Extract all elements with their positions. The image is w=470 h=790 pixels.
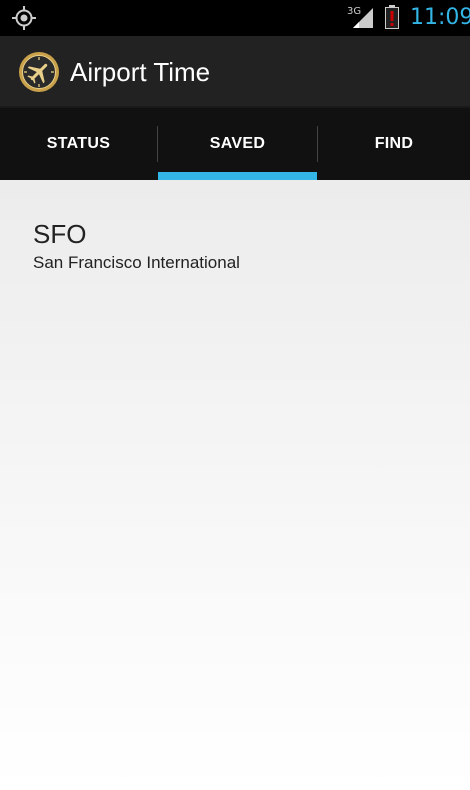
status-bar: 3G 11:09 [0, 0, 470, 36]
tab-find-label: FIND [374, 135, 414, 152]
saved-airports-list: SFO San Francisco International [0, 180, 470, 790]
list-item[interactable]: SFO San Francisco International [33, 218, 240, 275]
signal-icon: 3G [347, 6, 373, 28]
tab-status[interactable]: STATUS [0, 108, 157, 180]
selected-tab-indicator [158, 172, 317, 180]
tab-find[interactable]: FIND [318, 108, 470, 180]
airport-name: San Francisco International [33, 253, 240, 272]
gps-icon [12, 6, 36, 30]
tab-bar: STATUS SAVED FIND [0, 108, 470, 180]
tab-saved[interactable]: SAVED [158, 108, 317, 180]
airport-clock-icon[interactable] [18, 51, 60, 93]
network-type-label: 3G [347, 6, 361, 17]
airport-code: SFO [33, 219, 87, 249]
status-clock: 11:09 [410, 5, 470, 30]
action-bar: Airport Time [0, 36, 470, 108]
tab-status-label: STATUS [46, 135, 111, 152]
tab-saved-label: SAVED [209, 135, 266, 152]
battery-alert-icon [385, 5, 399, 29]
app-title: Airport Time [70, 57, 211, 87]
